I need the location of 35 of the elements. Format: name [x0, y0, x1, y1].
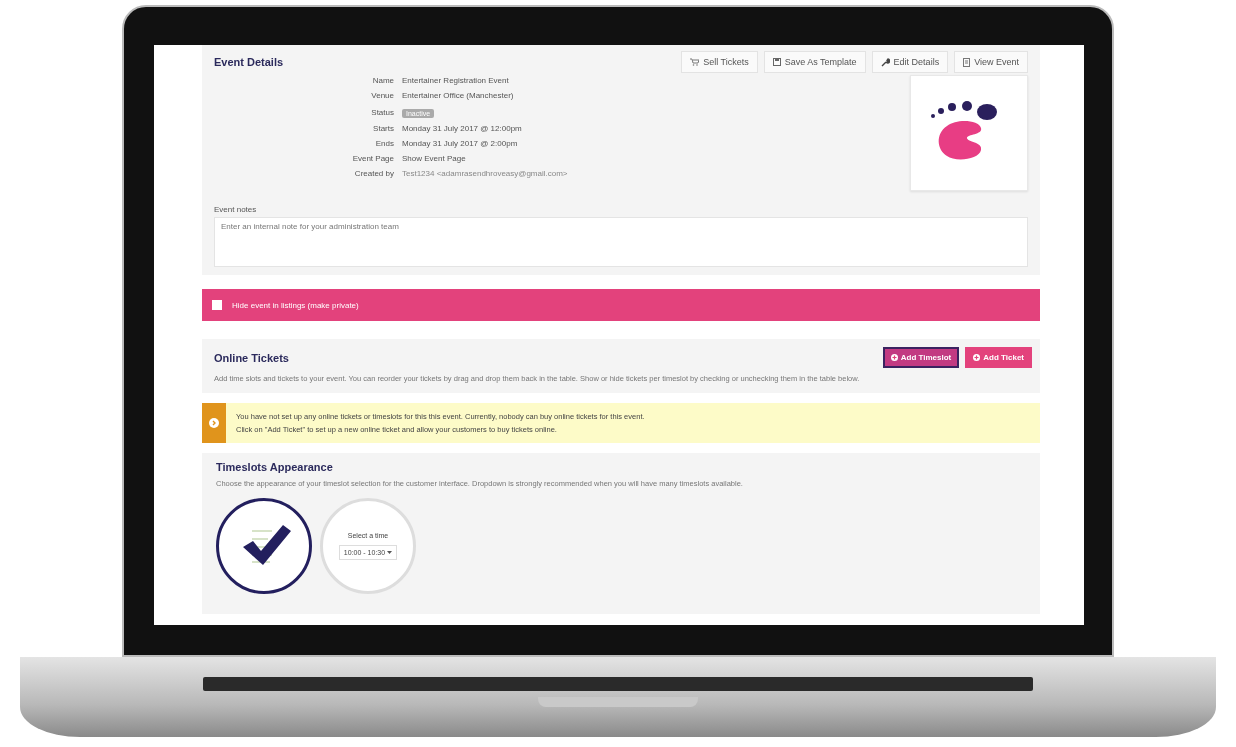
- field-value: Show Event Page: [402, 153, 467, 165]
- field-value: Monday 31 July 2017 @ 12:00pm: [402, 123, 523, 135]
- cart-icon: [690, 58, 700, 66]
- field-label: Status: [370, 106, 394, 119]
- field-label: Venue: [370, 90, 394, 102]
- toolbar-button[interactable]: View Event: [954, 51, 1028, 73]
- field-label: Event Page: [351, 153, 394, 165]
- field-value: Monday 31 July 2017 @ 2:00pm: [402, 138, 519, 150]
- field-label: Ends: [374, 138, 394, 150]
- info-icon: [209, 418, 219, 428]
- checkmark-icon: [241, 523, 293, 567]
- field-value: Entertainer Office (Manchester): [402, 90, 515, 102]
- section-title: Online Tickets: [214, 351, 289, 364]
- add-button[interactable]: Add Timeslot: [882, 347, 960, 368]
- plus-circle-icon: [890, 354, 898, 361]
- section-title: Event Details: [214, 56, 284, 68]
- caret-icon: [387, 551, 393, 554]
- notes-field[interactable]: Enter an internal note for your administration team: [214, 217, 1028, 267]
- document-icon: [963, 57, 971, 67]
- add-button[interactable]: Add Ticket: [965, 347, 1032, 368]
- toolbar-button[interactable]: Sell Tickets: [681, 51, 758, 73]
- field-value: Entertainer Registration Event: [402, 75, 510, 87]
- field-label: Created by: [353, 168, 394, 180]
- toolbar-button[interactable]: Edit Details: [871, 51, 949, 73]
- toolbar-button[interactable]: Save As Template: [763, 51, 866, 73]
- section-title: Timeslots Appearance: [216, 461, 334, 473]
- save-icon: [772, 58, 781, 66]
- plus-circle-icon: [973, 354, 981, 361]
- field-label: Event notes: [214, 205, 258, 214]
- checkbox[interactable]: [212, 300, 222, 310]
- field-value: Test1234 <adamrasendhroveasy@gmail.com>: [402, 168, 568, 180]
- field-label: Name: [371, 75, 394, 87]
- field-label: Starts: [372, 123, 394, 135]
- checkbox-label: Hide event in listings (make private): [232, 300, 359, 310]
- wrench-icon: [880, 57, 890, 67]
